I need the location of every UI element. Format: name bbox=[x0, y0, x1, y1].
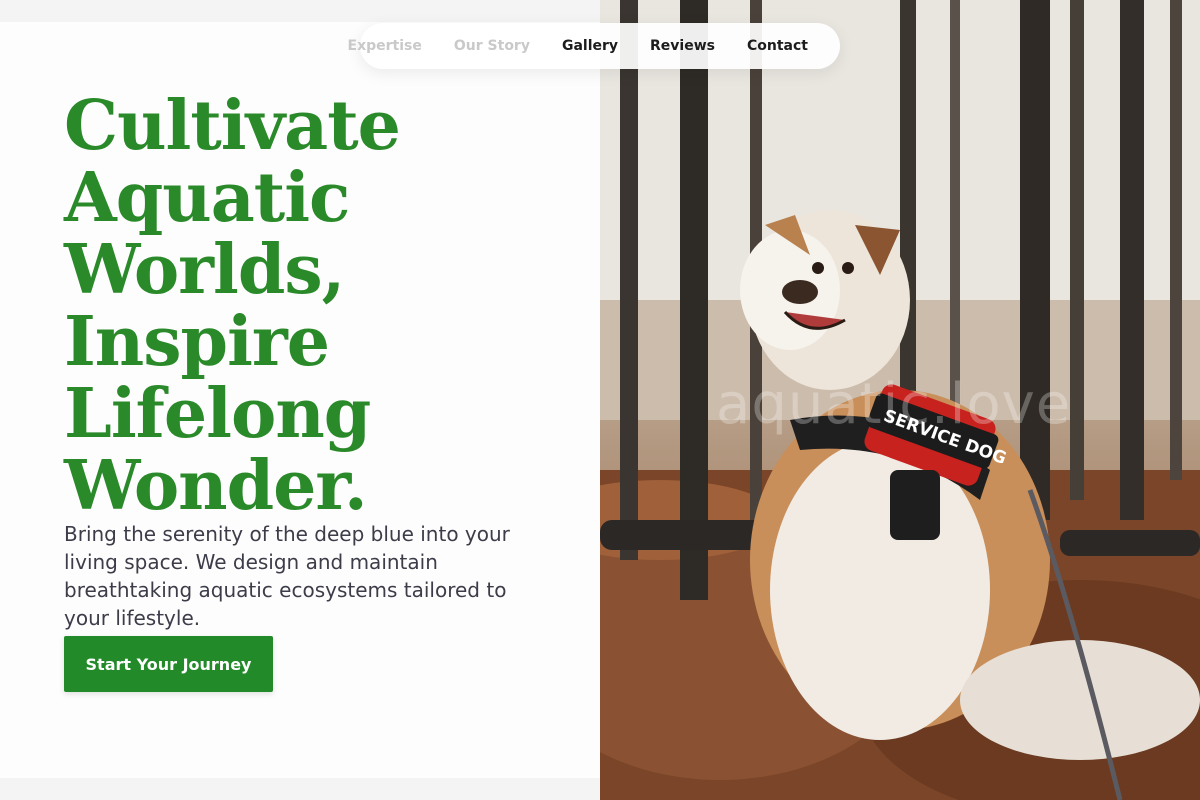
top-navigation: Expertise Our Story Gallery Reviews Cont… bbox=[348, 23, 840, 69]
bottom-band bbox=[0, 778, 600, 800]
headline-line: Aquatic bbox=[64, 158, 350, 238]
nav-item-reviews[interactable]: Reviews bbox=[650, 38, 715, 54]
hero-headline: Cultivate Aquatic Worlds, Inspire Lifelo… bbox=[64, 90, 584, 522]
watermark-text: aquatic.love bbox=[716, 372, 1072, 437]
nav-item-gallery[interactable]: Gallery bbox=[562, 38, 618, 54]
nav-item-our-story[interactable]: Our Story bbox=[454, 38, 530, 54]
nav-item-contact[interactable]: Contact bbox=[747, 38, 808, 54]
hero-subtitle: Bring the serenity of the deep blue into… bbox=[64, 522, 510, 630]
nav-item-expertise[interactable]: Expertise bbox=[348, 38, 422, 54]
start-journey-button[interactable]: Start Your Journey bbox=[64, 636, 273, 692]
headline-line: Worlds, bbox=[64, 230, 345, 310]
headline-line: Lifelong bbox=[64, 374, 371, 454]
headline-line: Inspire bbox=[64, 302, 330, 382]
headline-line: Cultivate bbox=[64, 86, 401, 166]
top-band bbox=[0, 0, 600, 22]
headline-line: Wonder. bbox=[64, 446, 368, 526]
